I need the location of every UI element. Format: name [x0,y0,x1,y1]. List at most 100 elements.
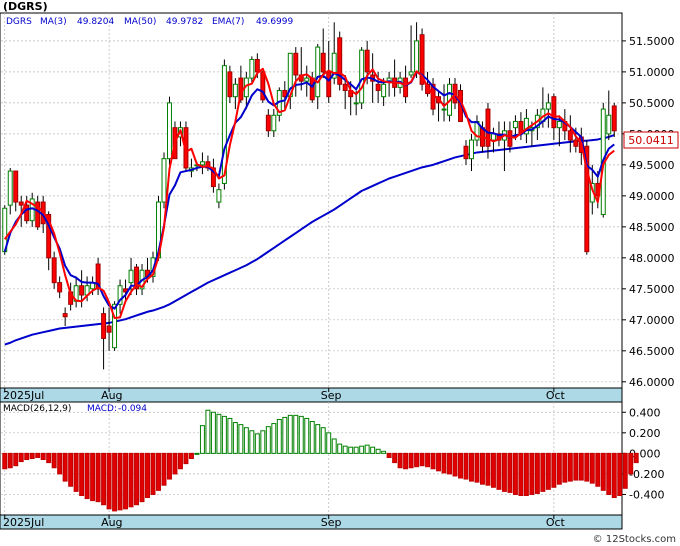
candle-down [342,83,348,91]
macd-bar-positive [298,415,304,454]
macd-bar-negative [183,452,189,465]
macd-bar-positive [375,448,381,454]
macd-bar-positive [265,426,271,454]
macd-bar-negative [403,452,409,470]
candle-down [309,77,315,101]
macd-bar-positive [304,417,310,454]
candle-up [161,158,167,203]
macd-bar-positive [243,427,249,454]
candle-down [254,58,260,73]
date-label: Oct [546,516,566,529]
macd-bar-positive [221,415,227,454]
legend-ma50-name: MA(50) [124,17,156,27]
macd-bar-negative [62,452,68,482]
macd-bar-negative [419,452,425,467]
candle-up [381,83,387,98]
macd-bar-negative [68,452,74,487]
macd-bar-negative [573,452,579,481]
macd-bar-negative [622,452,628,489]
macd-bar-negative [7,452,13,469]
bottom-date-strip: 2025Jul Aug Sep Oct [0,514,623,530]
macd-bar-negative [529,452,535,495]
macd-bar-negative [458,452,463,479]
macd-bar-negative [123,452,129,510]
macd-bar-negative [408,452,414,469]
candle-down [265,114,271,132]
macd-bar-negative [523,452,529,496]
macd-tick-label: 0.400 [629,406,661,419]
macd-bar-negative [112,452,118,512]
macd-bar-negative [463,452,469,480]
macd-bar-positive [309,421,315,454]
macd-bar-negative [540,452,546,492]
macd-bar-negative [534,452,540,494]
macd-bar-negative [79,452,85,496]
price-tick-label: 49.0000 [629,190,675,203]
macd-bar-negative [46,452,52,464]
legend-ma3-name: MA(3) [40,17,67,27]
macd-bar-negative [633,452,639,464]
macd-bar-positive [194,452,200,455]
macd-bar-negative [145,452,150,499]
legend-ma50-value: 49.9782 [166,17,203,27]
candle-down [320,52,326,73]
macd-bar-negative [386,452,392,458]
price-tick-label: 46.0000 [629,376,675,389]
macd-bar-negative [161,452,167,486]
macd-bar-negative [177,452,183,470]
candle-down [51,257,57,284]
macd-bar-negative [425,452,431,468]
macd-bar-positive [342,445,348,454]
macd-tick-label: -0.200 [629,468,664,481]
date-label: Oct [546,389,566,402]
price-tick-label: 47.5000 [629,283,675,296]
candle-down [375,83,381,91]
candle-up [545,102,551,110]
macd-bar-positive [276,418,282,454]
macd-bar-positive [254,433,260,454]
macd-bar-positive [293,414,299,454]
price-tick-label: 48.0000 [629,252,675,265]
macd-bar-negative [584,452,590,482]
candle-up [304,77,310,82]
candle-down [611,105,617,132]
candle-down [326,71,332,98]
macd-bar-negative [29,452,35,460]
macd-bar-positive [232,422,238,454]
macd-bar-positive [320,427,326,454]
price-tick-label: 47.0000 [629,314,675,327]
stock-chart: 46.0000 46.5000 47.0000 47.5000 48.0000 48.50… [0,0,680,546]
macd-bar-negative [595,452,601,487]
candle-down [18,201,24,206]
macd-bar-positive [353,446,359,454]
macd-value: -0.094 [118,404,147,414]
macd-bar-negative [452,452,458,477]
candle-up [112,303,118,349]
macd-tick-label: -0.400 [629,488,664,501]
macd-bar-negative [479,452,485,485]
macd-bar-negative [441,452,447,474]
price-tick-label: 49.5000 [629,159,675,172]
macd-bar-positive [315,424,321,454]
candle-down [573,139,579,147]
macd-bar-negative [485,452,491,486]
candle-down [485,108,491,147]
macd-bar-negative [512,452,518,495]
macd-bar-positive [210,411,216,454]
macd-bar-negative [2,452,8,470]
candle-up [414,40,420,73]
date-label: 2025Jul [3,516,44,529]
macd-bar-negative [172,452,178,475]
macd-bar-negative [430,452,436,470]
candle-up [469,139,474,160]
macd-bar-negative [18,452,24,463]
macd-bar-positive [364,444,370,454]
macd-bar-negative [51,452,57,469]
date-label: Sep [321,389,342,402]
candle-up [556,120,562,129]
watermark: © 12Stocks.com [593,534,676,545]
candle-up [353,102,359,105]
candle-up [232,83,238,98]
macd-bar-positive [287,414,293,454]
macd-bar-positive [260,430,266,454]
